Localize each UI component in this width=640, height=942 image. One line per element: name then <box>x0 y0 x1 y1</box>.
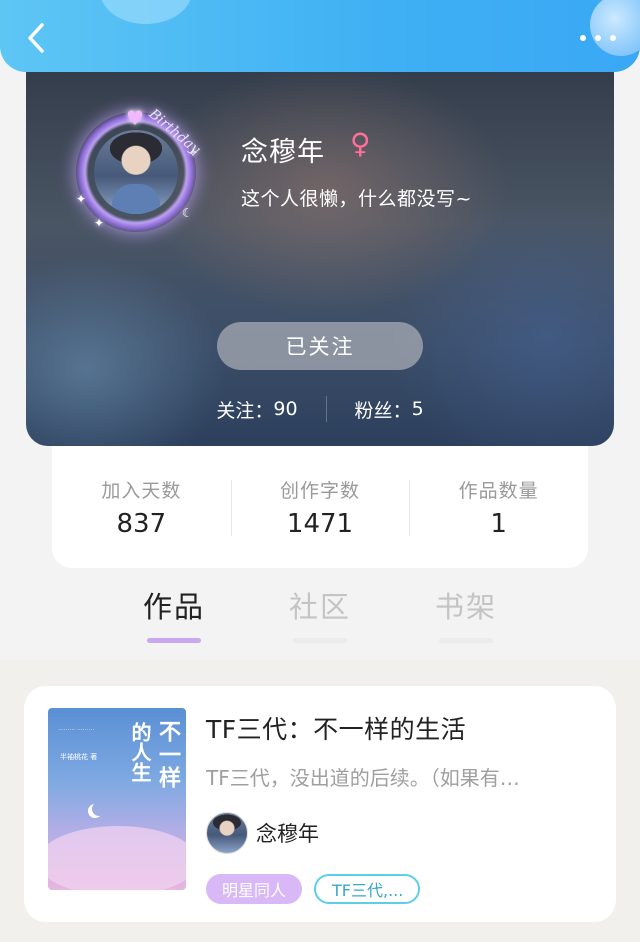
female-icon: ♀ <box>350 127 371 160</box>
avatar-photo <box>94 130 178 214</box>
cover-author: 半袖桃花 著 <box>60 753 98 761</box>
tab-indicator <box>293 638 347 643</box>
work-description: TF三代，没出道的后续。（如果有… <box>206 766 520 790</box>
user-bio: 这个人很懒，什么都没写~ <box>241 188 472 210</box>
tag-list: 明星同人 TF三代,... <box>206 874 421 904</box>
work-card[interactable]: ········· ········· 半袖桃花 著 不一样 的人生 TF三代：… <box>24 686 616 922</box>
cover-title: 不一样 <box>155 720 180 789</box>
follow-stats: 关注： 90 粉丝： 5 <box>26 394 614 424</box>
followers-value: 5 <box>411 398 424 420</box>
tab-bar: 作品 社区 书架 <box>0 584 640 660</box>
tab-indicator <box>147 638 201 643</box>
heart-icon: ♥ <box>126 106 144 130</box>
follow-button[interactable]: 已关注 <box>217 322 423 370</box>
book-cover[interactable]: ········· ········· 半袖桃花 著 不一样 的人生 <box>48 708 186 890</box>
moon-icon <box>92 802 106 816</box>
tab-indicator <box>439 638 493 643</box>
tab-bookshelf[interactable]: 书架 <box>393 584 539 660</box>
stat-value: 1 <box>490 508 507 539</box>
star-icon: ✧ <box>188 146 199 160</box>
chevron-left-icon <box>28 23 44 53</box>
divider <box>325 396 327 422</box>
stat-word-count: 创作字数 1471 <box>230 476 410 539</box>
tag-category[interactable]: 明星同人 <box>206 874 303 904</box>
back-button[interactable] <box>20 20 52 56</box>
author-name: 念穆年 <box>256 822 319 846</box>
tab-works[interactable]: 作品 <box>101 584 247 660</box>
stat-label: 加入天数 <box>101 479 182 502</box>
tab-label: 作品 <box>142 590 205 624</box>
tab-label: 社区 <box>288 590 351 624</box>
star-icon: ✦ <box>76 192 87 206</box>
stat-label: 创作字数 <box>280 479 361 502</box>
tag-topic[interactable]: TF三代,... <box>314 874 421 904</box>
work-author[interactable]: 念穆年 <box>206 812 319 854</box>
author-avatar <box>206 812 248 854</box>
stats-card: 加入天数 837 创作字数 1471 作品数量 1 <box>52 446 588 568</box>
following-label: 关注： <box>216 399 274 422</box>
moon-icon: ☾ <box>182 206 193 220</box>
followers-count[interactable]: 粉丝： 5 <box>355 396 424 423</box>
stat-join-days: 加入天数 837 <box>52 476 231 539</box>
star-icon: ✦ <box>94 216 105 230</box>
cover-title: 的人生 <box>128 722 152 782</box>
more-dots-icon <box>580 35 586 41</box>
stat-value: 1471 <box>286 508 354 539</box>
following-count[interactable]: 关注： 90 <box>216 396 297 423</box>
more-dot <box>595 35 601 41</box>
followers-label: 粉丝： <box>354 399 412 422</box>
decor-bubble <box>100 0 192 24</box>
following-value: 90 <box>273 398 298 420</box>
tab-community[interactable]: 社区 <box>247 584 393 660</box>
stat-label: 作品数量 <box>458 479 539 502</box>
top-bar <box>0 0 640 72</box>
stat-works-count: 作品数量 1 <box>409 476 588 539</box>
avatar[interactable]: ♥ Birthday ✦ ☾ ✦ ✧ <box>70 106 203 238</box>
tab-label: 书架 <box>434 590 497 624</box>
work-title[interactable]: TF三代：不一样的生活 <box>206 710 466 746</box>
cover-decor-text: ········· ········· <box>58 727 95 734</box>
more-button[interactable] <box>580 28 616 48</box>
stat-value: 837 <box>116 508 167 539</box>
profile-card: ♥ Birthday ✦ ☾ ✦ ✧ 念穆年 ♀ 这个人很懒，什么都没写~ 已关… <box>26 40 614 446</box>
more-dot <box>610 35 616 41</box>
username: 念穆年 <box>241 137 325 168</box>
cover-cloud <box>48 826 186 890</box>
